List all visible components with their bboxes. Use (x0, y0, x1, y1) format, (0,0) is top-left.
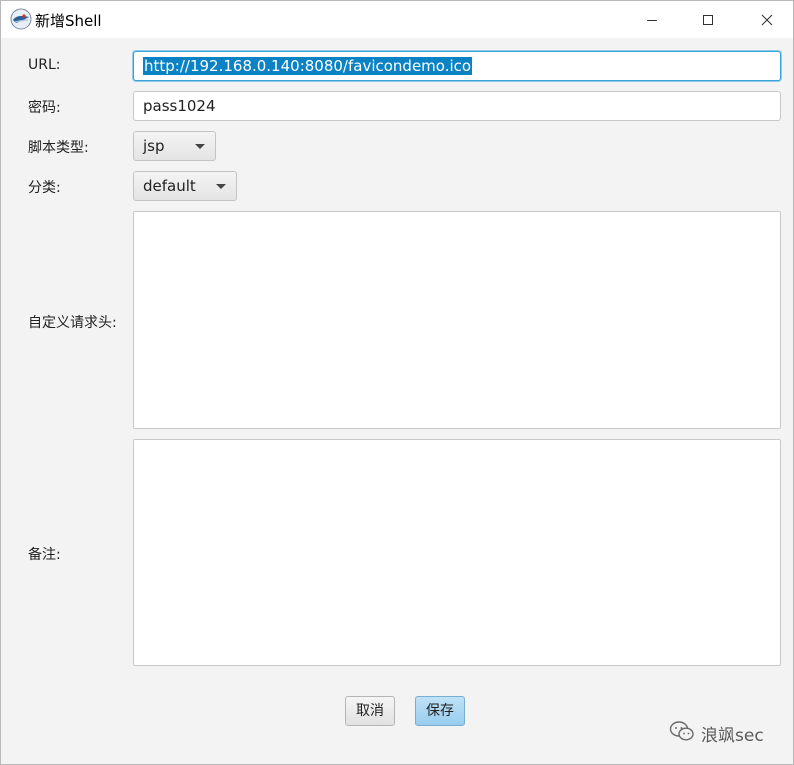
script-type-select[interactable]: jsp (133, 131, 216, 161)
script-type-value: jsp (143, 137, 165, 155)
watermark-text: 浪飒sec (701, 725, 764, 746)
watermark: 浪飒sec (669, 720, 764, 746)
maximize-icon (702, 14, 714, 26)
chevron-down-icon (195, 144, 205, 149)
maximize-button[interactable] (685, 1, 731, 38)
password-label: 密码: (28, 100, 61, 116)
url-input[interactable]: http://192.168.0.140:8080/favicondemo.ic… (133, 51, 781, 81)
title-bar[interactable]: 新增Shell (1, 1, 793, 38)
app-logo-icon (10, 8, 32, 30)
minimize-icon (646, 14, 658, 26)
script-type-label: 脚本类型: (28, 140, 89, 156)
password-value: pass1024 (143, 97, 216, 115)
custom-headers-textarea[interactable] (133, 211, 781, 429)
url-label: URL: (28, 57, 61, 73)
category-value: default (143, 177, 196, 195)
password-input[interactable]: pass1024 (133, 91, 781, 121)
notes-label: 备注: (28, 547, 61, 563)
chevron-down-icon (216, 184, 226, 189)
custom-headers-label: 自定义请求头: (28, 315, 117, 331)
notes-textarea[interactable] (133, 439, 781, 666)
close-icon (761, 14, 773, 26)
cancel-button[interactable]: 取消 (345, 696, 395, 726)
window-title: 新增Shell (35, 12, 102, 30)
save-button[interactable]: 保存 (415, 696, 465, 726)
wechat-icon (669, 720, 695, 746)
close-button[interactable] (744, 1, 790, 38)
url-value: http://192.168.0.140:8080/favicondemo.ic… (143, 57, 473, 75)
category-select[interactable]: default (133, 171, 237, 201)
add-shell-dialog: 新增Shell URL: http://192.168.0.140:8080/f… (0, 0, 794, 765)
category-label: 分类: (28, 180, 61, 196)
minimize-button[interactable] (629, 1, 675, 38)
